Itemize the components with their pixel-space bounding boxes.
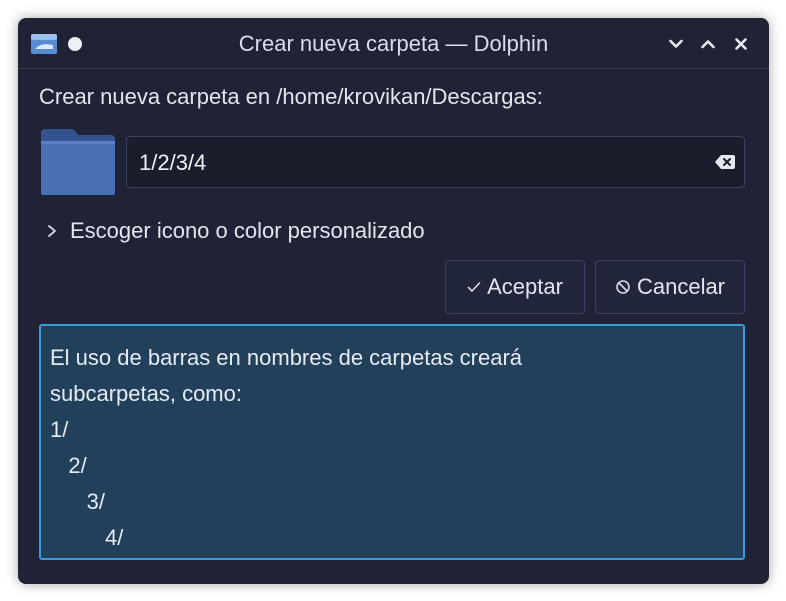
accept-button[interactable]: Aceptar	[445, 260, 585, 314]
maximize-button[interactable]	[697, 33, 719, 55]
custom-icon-expander[interactable]: Escoger icono o color personalizado	[46, 218, 425, 244]
expander-label: Escoger icono o color personalizado	[70, 218, 425, 243]
accept-label: Aceptar	[487, 274, 563, 299]
folder-icon[interactable]	[41, 129, 115, 195]
message-line: El uso de barras en nombres de carpetas …	[50, 345, 523, 370]
message-line: 3/	[50, 489, 106, 514]
message-line: subcarpetas, como:	[50, 381, 242, 406]
message-line: 4/	[50, 525, 124, 550]
minimize-button[interactable]	[665, 33, 687, 55]
checkmark-icon	[467, 282, 481, 292]
cancel-icon	[616, 280, 630, 294]
message-line: 2/	[50, 453, 87, 478]
clear-text-icon[interactable]	[714, 152, 736, 172]
folder-name-field[interactable]	[126, 136, 745, 189]
dialog-heading: Crear nueva carpeta en /home/krovikan/De…	[39, 84, 543, 109]
dialog-window: Crear nueva carpeta — Dolphin Crear nuev…	[18, 18, 769, 584]
cancel-label: Cancelar	[636, 274, 726, 299]
close-button[interactable]	[730, 33, 752, 55]
cancel-button[interactable]: Cancelar	[595, 260, 745, 314]
chevron-up-icon	[701, 40, 715, 49]
folder-name-input[interactable]	[137, 137, 701, 189]
info-message: El uso de barras en nombres de carpetas …	[39, 324, 745, 560]
window-title: Crear nueva carpeta — Dolphin	[238, 31, 549, 56]
chevron-right-icon	[48, 225, 56, 237]
title-bar[interactable]: Crear nueva carpeta — Dolphin	[18, 18, 769, 69]
chevron-down-icon	[669, 39, 683, 48]
message-line: 1/	[50, 417, 69, 442]
close-icon	[735, 38, 747, 50]
